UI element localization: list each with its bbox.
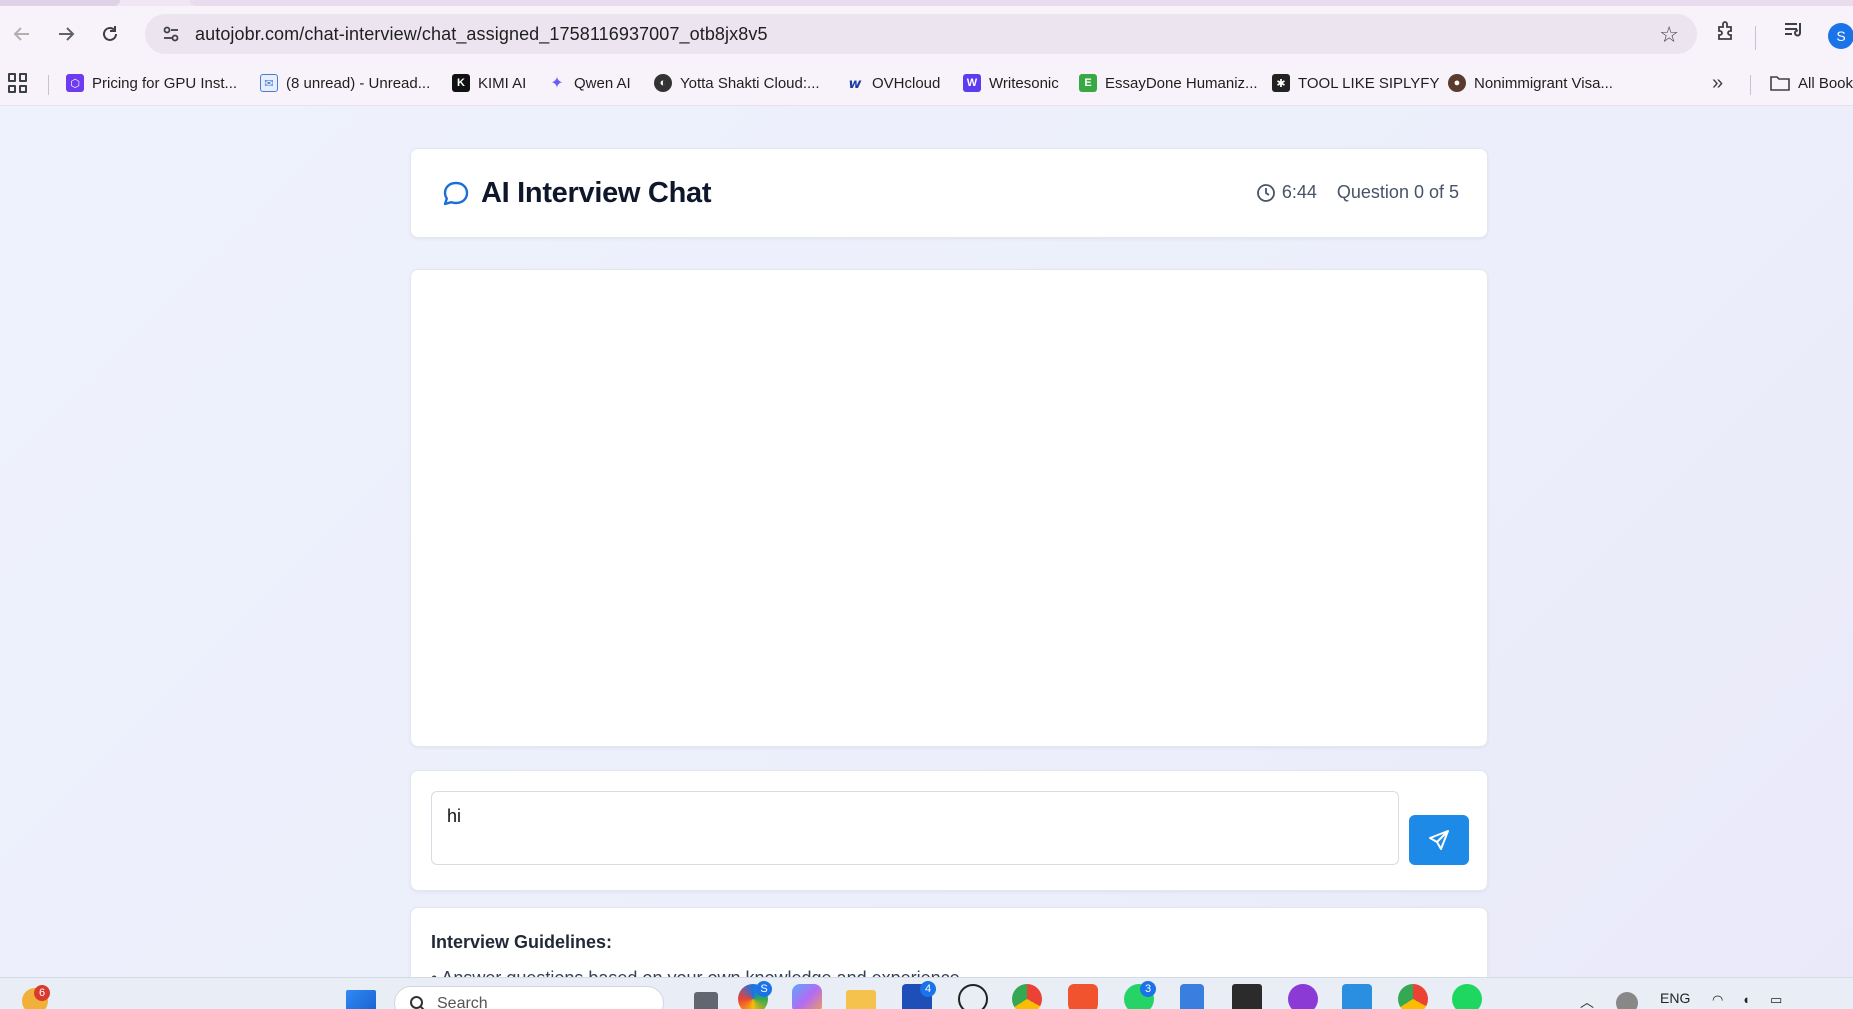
terminal-icon[interactable] — [1232, 984, 1262, 1009]
bookmark-item[interactable]: ⬡ Pricing for GPU Inst... — [66, 74, 237, 92]
bookmark-favicon-icon: ◐ — [654, 74, 672, 92]
arrow-right-icon — [59, 27, 75, 41]
edge-badge: S — [756, 981, 772, 997]
bookmark-favicon-icon: ⬡ — [66, 74, 84, 92]
search-icon — [410, 996, 425, 1009]
bookmark-item[interactable]: ✱ TOOL LIKE SIPLYFY — [1272, 74, 1439, 92]
timer-text: 6:44 — [1281, 182, 1317, 202]
bookmark-favicon-icon: E — [1079, 74, 1097, 92]
bookmark-item[interactable]: ◐ Yotta Shakti Cloud:... — [654, 74, 820, 92]
page-title: AI Interview Chat — [481, 177, 712, 209]
bookmark-favicon-icon: ✉ — [260, 74, 278, 92]
volume-icon[interactable]: ◖ — [1742, 992, 1762, 1009]
tray-app-icon[interactable] — [1616, 992, 1638, 1009]
browser-toolbar: autojobr.com/chat-interview/chat_assigne… — [0, 6, 1853, 62]
chat-messages-panel[interactable] — [410, 269, 1488, 747]
notepad-icon[interactable] — [1180, 984, 1204, 1009]
bookmark-item[interactable]: 𝙬 OVHcloud — [846, 74, 941, 92]
chrome-icon[interactable] — [1012, 984, 1042, 1009]
reload-icon — [103, 26, 117, 41]
wifi-icon[interactable]: ◠ — [1712, 992, 1732, 1009]
widgets-badge: 6 — [34, 985, 50, 1001]
site-settings-icon[interactable] — [153, 24, 189, 44]
send-icon — [1429, 830, 1449, 850]
whatsapp-badge: 3 — [1140, 981, 1156, 997]
chat-title-group: AI Interview Chat — [441, 177, 711, 210]
message-input[interactable] — [431, 791, 1399, 865]
chevron-up-icon[interactable]: ︿ — [1580, 992, 1598, 1009]
all-bookmarks-folder[interactable]: All Book — [1770, 74, 1853, 92]
bookmark-favicon-icon: ✦ — [550, 75, 564, 92]
bookmarks-divider — [48, 75, 49, 95]
bookmark-star-icon[interactable]: ☆ — [1659, 22, 1679, 48]
extensions-icon[interactable] — [1714, 18, 1740, 49]
bookmark-favicon-icon: W — [963, 74, 981, 92]
app-badge: 4 — [920, 981, 936, 997]
chatgpt-icon[interactable] — [958, 984, 988, 1009]
back-button[interactable] — [0, 12, 44, 56]
interview-status: 6:44 Question 0 of 5 — [1256, 182, 1459, 203]
task-view-icon[interactable] — [694, 992, 718, 1009]
apps-grid-icon[interactable] — [8, 73, 28, 93]
brave-icon[interactable] — [1068, 984, 1098, 1009]
media-control-icon[interactable] — [1782, 18, 1806, 47]
interview-guidelines: Interview Guidelines: • Answer questions… — [410, 907, 1488, 977]
bookmark-favicon-icon: ✱ — [1272, 74, 1290, 92]
composer-card — [410, 770, 1488, 891]
folder-icon — [1770, 76, 1790, 91]
bookmark-item[interactable]: ✉ (8 unread) - Unread... — [260, 74, 430, 92]
chrome-profile-icon[interactable] — [1398, 984, 1428, 1009]
windows-start-icon[interactable] — [346, 990, 376, 1009]
bookmarks-bar: ⬡ Pricing for GPU Inst... ✉ (8 unread) - U… — [0, 62, 1853, 106]
bookmark-item[interactable]: ● Nonimmigrant Visa... — [1448, 74, 1613, 92]
arrow-left-icon — [13, 27, 29, 41]
bookmark-item[interactable]: ✦ Qwen AI — [548, 74, 630, 93]
vscode-icon[interactable] — [1342, 984, 1372, 1009]
copilot-icon[interactable] — [792, 984, 822, 1009]
forward-button[interactable] — [44, 12, 88, 56]
chat-header-card: AI Interview Chat 6:44 Question 0 of 5 — [410, 148, 1488, 238]
url-text[interactable]: autojobr.com/chat-interview/chat_assigne… — [195, 24, 768, 45]
bookmark-favicon-icon: K — [452, 74, 470, 92]
battery-icon[interactable]: ▭ — [1770, 992, 1790, 1009]
os-taskbar: 6 Search S 4 3 ︿ ENG ◠ ◖ ▭ — [0, 977, 1853, 1009]
chat-bubble-icon — [443, 181, 469, 205]
profile-avatar[interactable]: S — [1828, 23, 1853, 49]
file-explorer-icon[interactable] — [846, 990, 876, 1009]
toolbar-divider — [1755, 26, 1756, 50]
guidelines-title: Interview Guidelines: — [431, 932, 613, 952]
language-indicator[interactable]: ENG — [1660, 990, 1690, 1006]
question-progress: Question 0 of 5 — [1336, 182, 1459, 202]
taskbar-search[interactable]: Search — [394, 986, 664, 1009]
reload-button[interactable] — [88, 12, 132, 56]
bookmarks-divider — [1750, 75, 1751, 95]
send-button[interactable] — [1409, 815, 1469, 865]
more-bookmarks-icon[interactable]: » — [1712, 72, 1723, 95]
clock-icon — [1256, 183, 1275, 202]
page-content: AI Interview Chat 6:44 Question 0 of 5 I… — [0, 106, 1853, 977]
spotify-icon[interactable] — [1452, 984, 1482, 1009]
guideline-item: • Answer questions based on your own kno… — [431, 968, 960, 977]
address-bar[interactable]: autojobr.com/chat-interview/chat_assigne… — [145, 14, 1697, 54]
bookmark-favicon-icon: ● — [1448, 74, 1466, 92]
app-icon[interactable] — [1288, 984, 1318, 1009]
bookmark-item[interactable]: E EssayDone Humaniz... — [1079, 74, 1258, 92]
bookmark-favicon-icon: 𝙬 — [848, 74, 862, 91]
bookmark-item[interactable]: W Writesonic — [963, 74, 1059, 92]
bookmark-item[interactable]: K KIMI AI — [452, 74, 526, 92]
